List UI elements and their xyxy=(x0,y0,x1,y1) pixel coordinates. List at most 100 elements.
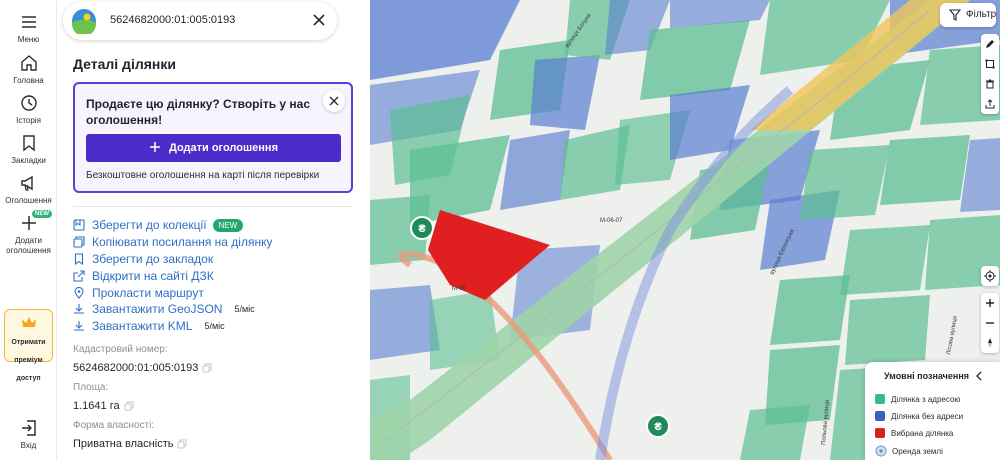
search-input[interactable]: 5624682000:01:005:0193 xyxy=(110,14,235,26)
cadastral-number-value: 5624682000:01:005:0193 xyxy=(73,362,199,374)
download-geojson-link[interactable]: Завантажити GeoJSON 5/міс xyxy=(73,301,363,318)
promo-title: Продаєте цю ділянку? Створіть у нас огол… xyxy=(86,97,311,127)
new-badge: NEW xyxy=(32,210,52,218)
zoom-out-button[interactable] xyxy=(981,313,999,333)
login-label: Вхід xyxy=(20,441,37,450)
pencil-icon xyxy=(986,40,994,48)
home-label: Головна xyxy=(13,76,44,85)
copy-link-link[interactable]: Копіювати посилання на ділянку xyxy=(73,234,363,251)
share-icon xyxy=(985,99,995,109)
legend-item: Вибрана ділянка xyxy=(875,428,953,438)
draw-toolbar xyxy=(981,34,999,114)
lease-icon xyxy=(875,445,887,457)
login-icon xyxy=(21,420,36,436)
login-button[interactable]: Вхід xyxy=(0,418,57,451)
quota-label: 5/міс xyxy=(234,304,255,315)
legend-swatch xyxy=(875,411,885,421)
app-logo-icon xyxy=(72,9,96,34)
crown-icon xyxy=(21,317,36,327)
legend-label: Ділянка без адреси xyxy=(891,411,964,421)
draw-tool[interactable] xyxy=(981,34,999,54)
field-value: 5624682000:01:005:0193 xyxy=(73,362,212,374)
svg-text:₴: ₴ xyxy=(654,421,662,433)
copy-icon[interactable] xyxy=(202,363,212,373)
filter-icon xyxy=(949,9,961,21)
page-title: Деталі ділянки xyxy=(73,56,176,72)
plus-icon xyxy=(986,299,994,307)
left-rail: Меню Головна Історія Закладки Оголошення… xyxy=(0,0,57,460)
map-canvas[interactable]: М-06-07 М-06 вулиця Богуна вулиця Євгенс… xyxy=(370,0,1000,460)
action-label: Копіювати посилання на ділянку xyxy=(92,235,273,250)
field-label: Форма власності: xyxy=(73,420,155,431)
quota-label: 5/міс xyxy=(204,321,225,332)
menu-button[interactable]: Меню xyxy=(0,12,57,45)
field-label: Площа: xyxy=(73,382,109,393)
filter-button[interactable]: Фільтр xyxy=(940,3,996,27)
actions-list: Зберегти до колекції NEW Копіювати посил… xyxy=(73,217,363,335)
nav-home[interactable]: Головна xyxy=(0,53,57,86)
minus-icon xyxy=(986,322,994,324)
nav-ads[interactable]: Оголошення xyxy=(0,173,57,206)
share-tool[interactable] xyxy=(981,94,999,114)
action-label: Прокласти маршрут xyxy=(92,285,204,300)
close-icon[interactable] xyxy=(311,12,327,28)
legend-label: Вибрана ділянка xyxy=(891,428,954,438)
compass-icon xyxy=(988,338,992,348)
zoom-in-button[interactable] xyxy=(981,293,999,313)
route-link[interactable]: Прокласти маршрут xyxy=(73,284,363,301)
nav-bookmarks[interactable]: Закладки xyxy=(0,133,57,166)
add-ad-label: Додати оголошення xyxy=(6,236,51,255)
plus-icon xyxy=(149,142,160,153)
add-ad-button-label: Додати оголошення xyxy=(168,142,278,154)
crosshair-icon xyxy=(984,270,996,282)
action-label: Зберегти до колекції xyxy=(92,218,207,233)
clock-icon xyxy=(20,95,37,111)
copy-icon xyxy=(73,236,85,248)
promo-close-button[interactable] xyxy=(323,90,345,112)
compass-button[interactable] xyxy=(981,333,999,353)
field-value: Приватна власність xyxy=(73,438,187,450)
copy-icon[interactable] xyxy=(177,439,187,449)
copy-icon[interactable] xyxy=(124,401,134,411)
premium-label: Отримати преміум доступ xyxy=(11,339,46,382)
area-value: 1.1641 га xyxy=(73,400,120,412)
add-ad-button[interactable]: Додати оголошення xyxy=(86,134,341,162)
open-dzk-link[interactable]: Відкрити на сайті ДЗК xyxy=(73,267,363,284)
action-label: Відкрити на сайті ДЗК xyxy=(92,268,214,283)
bookmark-icon xyxy=(74,253,84,265)
nav-add-ad[interactable]: NEW Додати оголошення xyxy=(0,210,57,256)
polygon-tool[interactable] xyxy=(981,54,999,74)
external-link-icon xyxy=(73,270,85,282)
action-label: Зберегти до закладок xyxy=(92,251,214,266)
save-bookmark-link[interactable]: Зберегти до закладок xyxy=(73,251,363,268)
ad-marker-hryvnia-icon[interactable]: ₴ xyxy=(646,414,670,438)
megaphone-icon xyxy=(20,175,33,191)
legend-swatch xyxy=(875,428,885,438)
zoom-controls xyxy=(981,293,999,353)
premium-button[interactable]: Отримати преміум доступ xyxy=(4,309,53,382)
field-label: Кадастровий номер: xyxy=(73,344,168,355)
download-icon xyxy=(74,321,84,331)
trash-icon xyxy=(986,79,994,89)
polygon-icon xyxy=(985,59,995,69)
sell-promo-card: Продаєте цю ділянку? Створіть у нас огол… xyxy=(73,82,353,193)
ownership-value: Приватна власність xyxy=(73,438,174,450)
ad-marker-hryvnia-icon[interactable]: ₴ xyxy=(410,216,434,240)
parcel-panel: 5624682000:01:005:0193 Деталі ділянки Пр… xyxy=(57,0,370,460)
chevron-left-icon[interactable] xyxy=(974,371,984,381)
locate-button[interactable] xyxy=(981,266,999,286)
location-pin-icon xyxy=(74,286,84,299)
locate-tool[interactable] xyxy=(981,266,999,286)
filter-label: Фільтр xyxy=(966,9,997,20)
cadastral-number-field: Кадастровий номер: 5624682000:01:005:019… xyxy=(73,344,212,374)
nav-history[interactable]: Історія xyxy=(0,93,57,126)
download-kml-link[interactable]: Завантажити KML 5/міс xyxy=(73,318,363,335)
legend-swatch xyxy=(875,394,885,404)
legend-item: Оренда землі xyxy=(875,445,943,457)
ads-label: Оголошення xyxy=(5,196,52,205)
delete-tool[interactable] xyxy=(981,74,999,94)
search-bar[interactable]: 5624682000:01:005:0193 xyxy=(63,2,337,40)
bookmark-icon xyxy=(22,135,35,152)
save-to-collection-link[interactable]: Зберегти до колекції NEW xyxy=(73,217,363,234)
home-icon xyxy=(20,55,37,71)
